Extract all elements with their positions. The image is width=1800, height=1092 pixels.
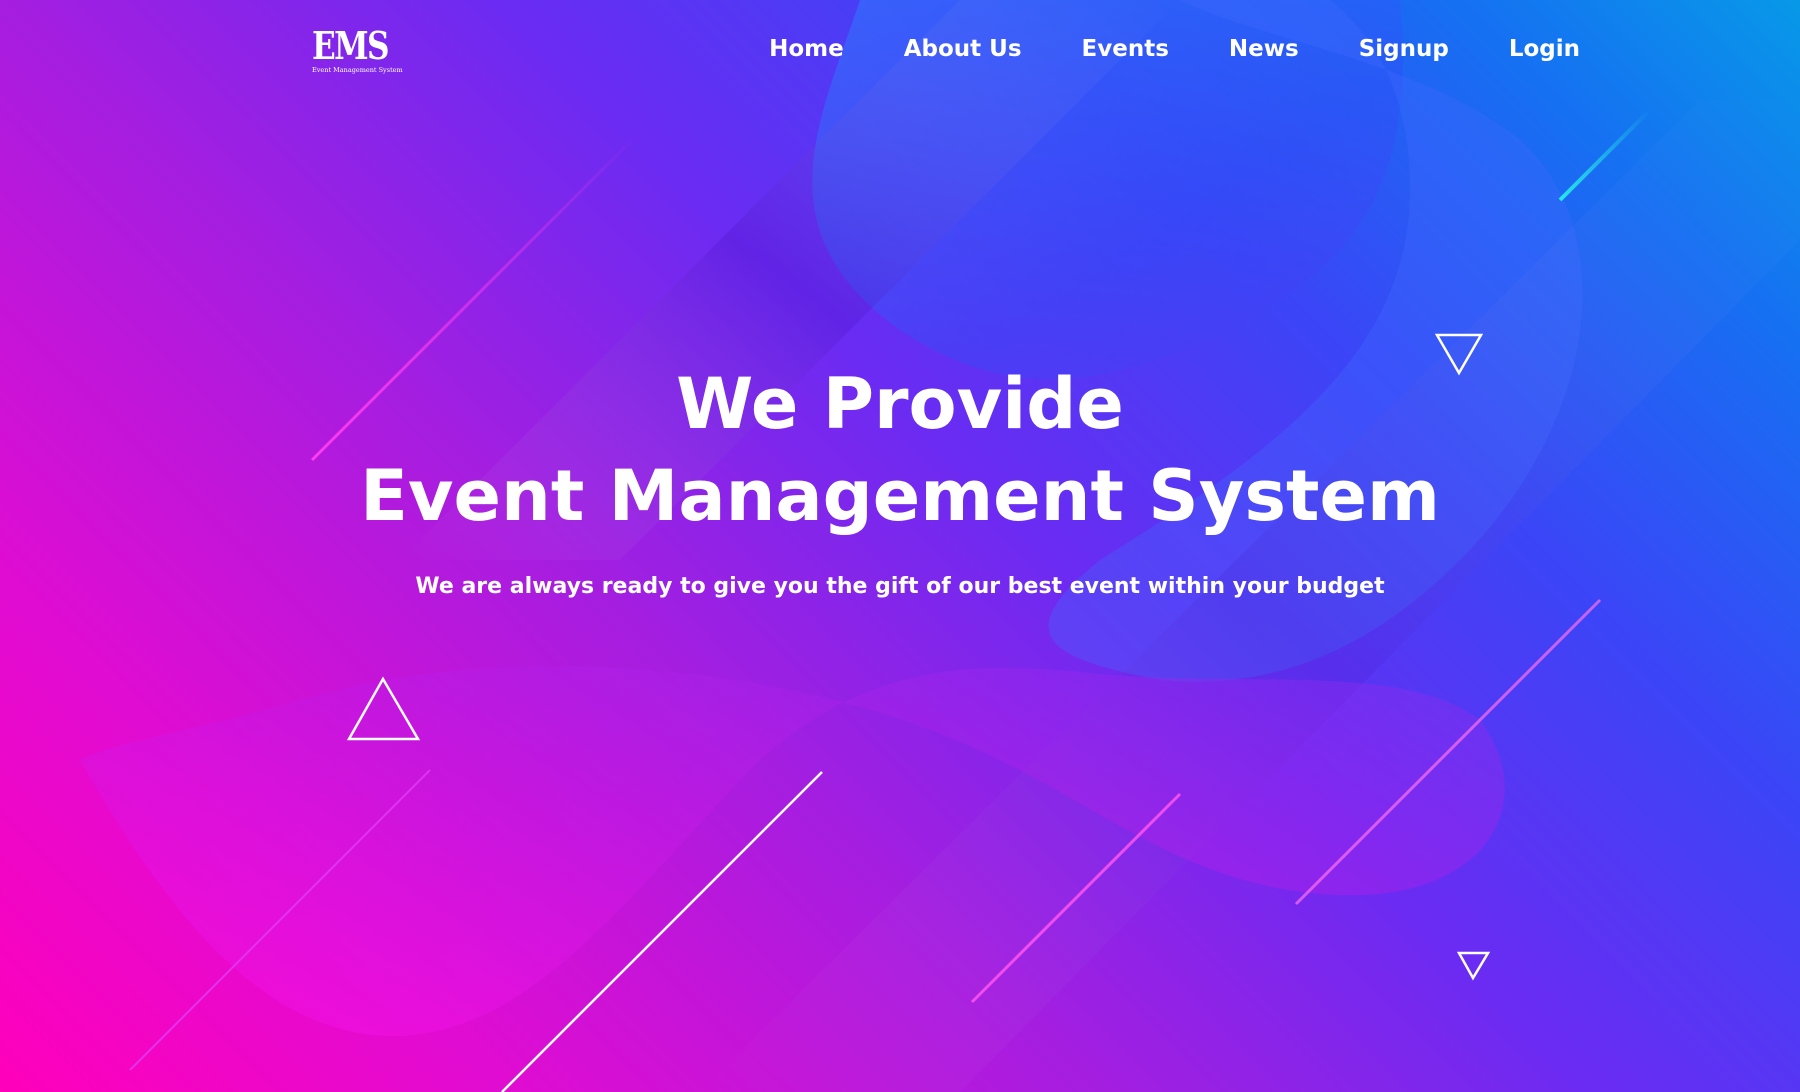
nav-login-link[interactable]: Login [1509,34,1580,64]
nav-home-link[interactable]: Home [769,34,844,64]
triangle-down-small-icon [1456,951,1491,981]
main-menu: Home About Us Events News Signup Login [709,34,1580,64]
hero-section: We Provide Event Management System We ar… [0,358,1800,602]
nav-signup-link[interactable]: Signup [1359,34,1449,64]
pink-wave-shape [80,666,1505,1037]
nav-news-link[interactable]: News [1229,34,1299,64]
ems-logo[interactable]: EMS Event Management System [312,24,403,76]
hero-title-line-1: We Provide [676,363,1124,445]
logo-tagline: Event Management System [312,66,403,74]
nav-about-us-link[interactable]: About Us [904,34,1022,64]
logo-mark: EMS [312,23,389,68]
top-navigation: EMS Event Management System Home About U… [0,0,1800,100]
hero-subtitle: We are always ready to give you the gift… [415,574,1385,599]
hero-title-line-2: Event Management System [360,455,1440,537]
nav-events-link[interactable]: Events [1082,34,1169,64]
hero-title: We Provide Event Management System [0,358,1800,542]
